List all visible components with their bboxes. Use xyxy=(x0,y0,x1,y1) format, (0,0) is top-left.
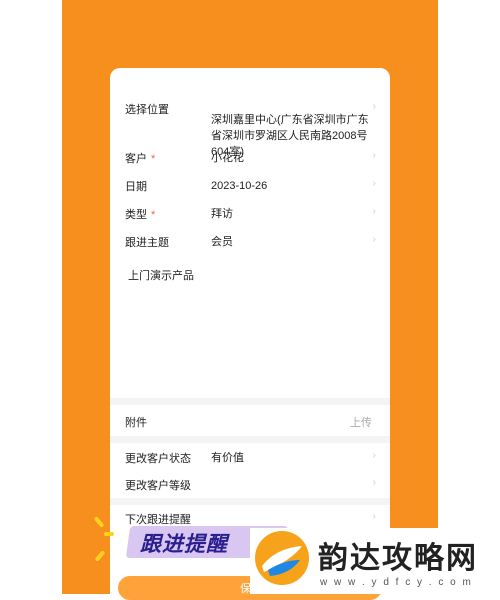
topic-value: 会员 xyxy=(211,236,233,248)
location-label: 选择位置 xyxy=(125,104,169,116)
customer-level-label: 更改客户等级 xyxy=(125,480,191,492)
section-divider xyxy=(110,436,390,443)
watermark-title: 韵达攻略网 xyxy=(318,541,478,576)
chevron-right-icon: › xyxy=(372,178,376,189)
section-divider xyxy=(110,498,390,505)
section-divider xyxy=(110,398,390,405)
chevron-right-icon: › xyxy=(372,150,376,161)
customer-label: 客户 * xyxy=(125,153,156,165)
watermark-url: w w w . y d f c y . c o m xyxy=(320,577,473,588)
required-mark: * xyxy=(151,153,156,165)
chevron-right-icon: › xyxy=(372,450,376,461)
attachment-label: 附件 xyxy=(125,417,147,429)
topic-label: 跟进主题 xyxy=(125,237,169,249)
reminder-banner-text: 跟进提醒 xyxy=(140,533,228,556)
chevron-right-icon: › xyxy=(372,511,376,522)
upload-button[interactable]: 上传 xyxy=(350,414,372,430)
follow-up-content-textarea[interactable]: 上门演示产品 xyxy=(128,267,194,283)
customer-status-label: 更改客户状态 xyxy=(125,453,191,465)
next-reminder-label: 下次跟进提醒 xyxy=(125,514,191,526)
spark-decoration xyxy=(104,532,114,536)
follow-up-form: 选择位置 深圳嘉里中心(广东省深圳市广东省深圳市罗湖区人民南路2008号604室… xyxy=(110,68,390,594)
chevron-right-icon: › xyxy=(372,234,376,245)
date-label: 日期 xyxy=(125,181,147,193)
customer-status-value: 有价值 xyxy=(211,452,244,464)
required-mark: * xyxy=(151,209,156,221)
date-value: 2023-10-26 xyxy=(211,180,268,192)
chevron-right-icon: › xyxy=(372,477,376,488)
watermark-logo-icon xyxy=(255,531,309,585)
chevron-right-icon: › xyxy=(372,101,376,112)
type-label: 类型 * xyxy=(125,209,156,221)
type-value: 拜访 xyxy=(211,208,233,220)
chevron-right-icon: › xyxy=(372,206,376,217)
customer-value: 小花花 xyxy=(211,152,244,164)
